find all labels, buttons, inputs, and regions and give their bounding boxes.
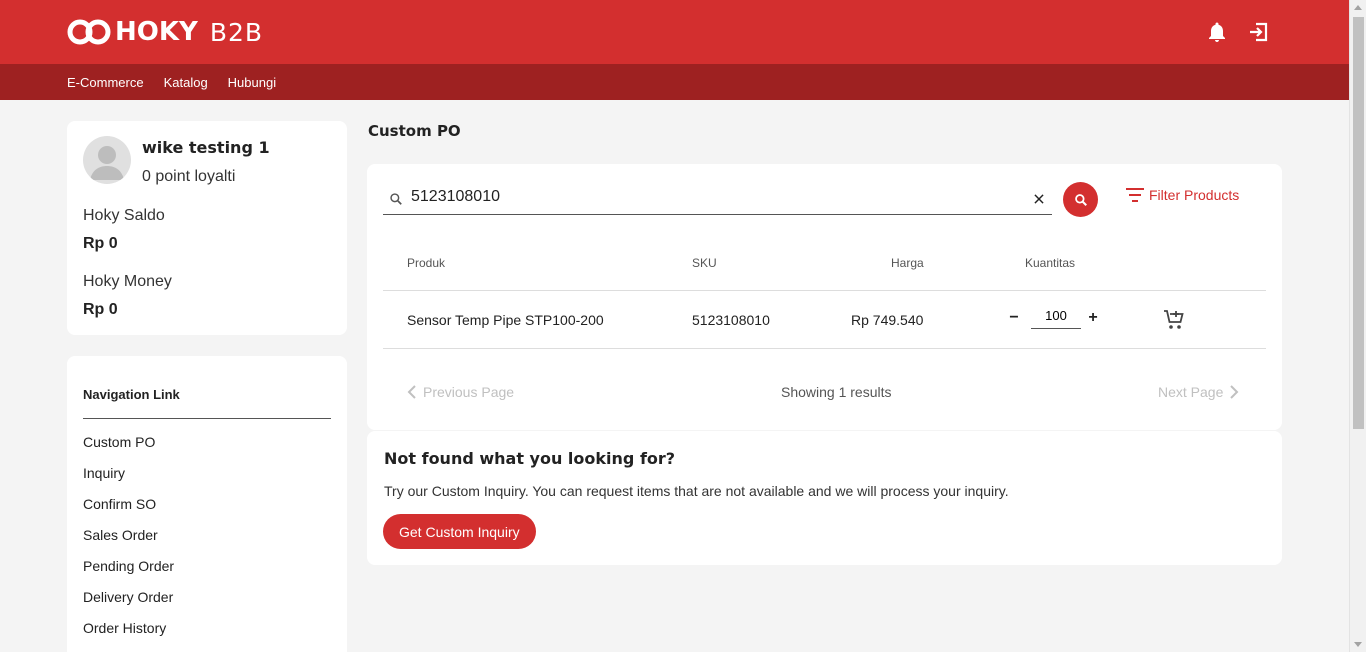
filter-icon [1126,188,1144,202]
subnav-item-ecommerce[interactable]: E-Commerce [67,75,144,90]
secondary-nav: E-Commerce Katalog Hubungi [0,64,1349,100]
chevron-right-icon [1230,385,1239,399]
brand-logo[interactable]: HOKY B2B [67,15,263,49]
qty-input[interactable] [1031,306,1081,329]
next-page-button[interactable]: Next Page [1158,384,1239,400]
scroll-down-icon[interactable] [1354,642,1362,647]
search-button[interactable] [1063,182,1098,217]
nav-item-order-history[interactable]: Order History [83,620,174,651]
qty-increase-button[interactable]: + [1087,309,1099,327]
nav-item-delivery-order[interactable]: Delivery Order [83,589,174,620]
avatar [83,136,131,184]
money-value: Rp 0 [83,301,118,318]
nav-title: Navigation Link [83,387,180,402]
row-product-name: Sensor Temp Pipe STP100-200 [407,312,604,328]
money-label: Hoky Money [83,273,172,290]
navigation-card: Navigation Link Custom PO Inquiry Confir… [67,356,347,652]
col-header-qty: Kuantitas [1025,256,1076,270]
filter-label: Filter Products [1149,187,1240,203]
product-search-card: Filter Products Produk SKU Harga Kuantit… [367,164,1282,430]
filter-products-button[interactable]: Filter Products [1126,187,1239,203]
nav-list: Custom PO Inquiry Confirm SO Sales Order… [83,434,174,651]
chevron-left-icon [407,385,416,399]
col-header-sku: SKU [692,256,717,270]
col-header-product: Produk [407,256,446,270]
search-field [383,183,1052,215]
col-header-price: Harga [891,256,924,270]
row-sku: 5123108010 [692,312,770,328]
user-name: wike testing 1 [142,138,270,157]
nav-item-custom-po[interactable]: Custom PO [83,434,174,465]
search-input[interactable] [411,188,1011,206]
custom-inquiry-card: Not found what you looking for? Try our … [367,431,1282,565]
saldo-label: Hoky Saldo [83,207,165,224]
row-price: Rp 749.540 [851,312,924,328]
logout-icon[interactable] [1247,20,1271,44]
nav-item-pending-order[interactable]: Pending Order [83,558,174,589]
hoky-logo-icon [67,19,111,45]
qty-decrease-button[interactable]: − [1008,309,1020,327]
page-scrollbar[interactable] [1349,0,1366,652]
nav-divider [83,418,331,419]
table-divider [383,348,1266,349]
brand-suffix: B2B [209,17,264,47]
table-divider [383,290,1266,291]
bell-icon[interactable] [1205,20,1229,44]
page-title: Custom PO [368,122,461,140]
top-header: HOKY B2B [0,0,1349,64]
add-to-cart-icon[interactable] [1162,308,1186,332]
brand-name: HOKY [115,17,198,47]
profile-card: wike testing 1 0 point loyalti Hoky Sald… [67,121,347,335]
results-count: Showing 1 results [781,384,892,400]
subnav-item-katalog[interactable]: Katalog [164,75,208,90]
next-page-label: Next Page [1158,384,1224,400]
previous-page-button[interactable]: Previous Page [407,384,514,400]
subnav-item-hubungi[interactable]: Hubungi [228,75,276,90]
search-icon [1074,193,1087,206]
nav-item-sales-order[interactable]: Sales Order [83,527,174,558]
get-custom-inquiry-button[interactable]: Get Custom Inquiry [383,514,536,549]
search-icon [390,193,402,205]
user-icon [90,146,124,180]
previous-page-label: Previous Page [423,384,515,400]
scrollbar-thumb[interactable] [1353,17,1364,429]
inquiry-text: Try our Custom Inquiry. You can request … [384,483,1009,499]
quantity-stepper: − + [1008,306,1099,329]
saldo-value: Rp 0 [83,235,118,252]
scroll-up-icon[interactable] [1354,5,1362,10]
clear-icon[interactable] [1032,192,1046,206]
inquiry-title: Not found what you looking for? [384,449,676,468]
nav-item-inquiry[interactable]: Inquiry [83,465,174,496]
loyalty-points: 0 point loyalti [142,168,236,185]
nav-item-confirm-so[interactable]: Confirm SO [83,496,174,527]
